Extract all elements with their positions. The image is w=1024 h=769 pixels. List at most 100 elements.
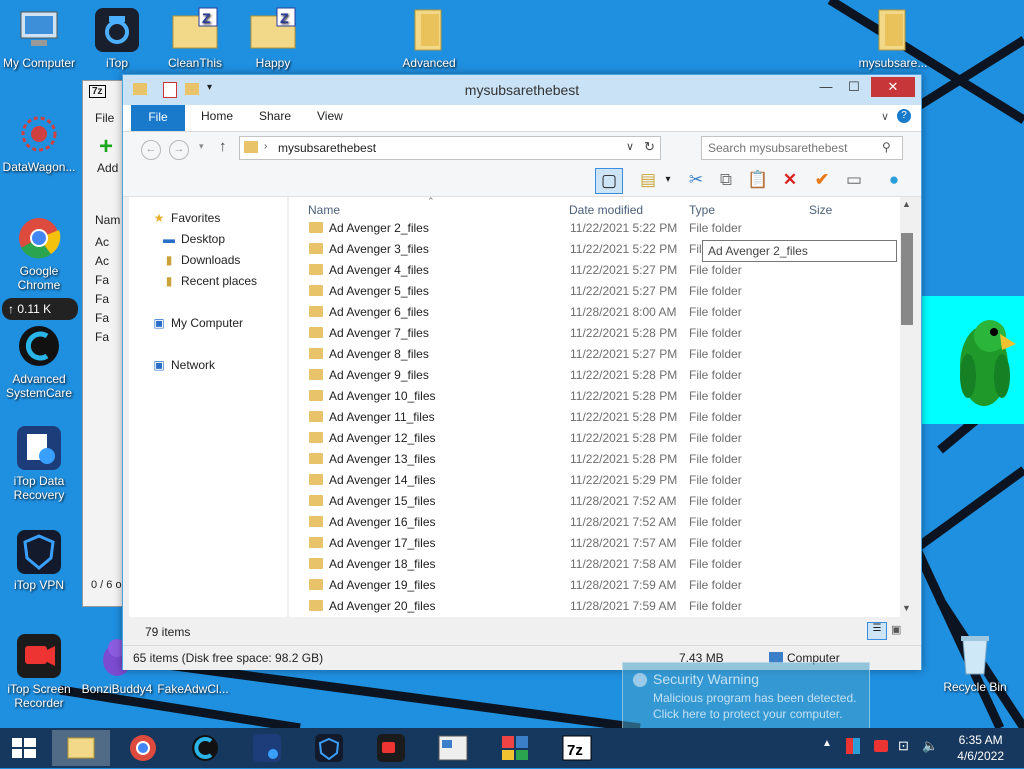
- address-bar[interactable]: › mysubsarethebest ∨ ↻: [239, 136, 661, 160]
- nav-network[interactable]: ▣ Network: [151, 358, 215, 372]
- table-row[interactable]: Ad Avenger 8_files 11/22/2021 5:27 PM File…: [289, 344, 900, 365]
- tab-share[interactable]: Share: [259, 109, 291, 123]
- up-arrow-icon[interactable]: ↑: [219, 138, 227, 155]
- tab-view[interactable]: View: [317, 109, 343, 123]
- zip-col-name[interactable]: Nam: [95, 213, 120, 227]
- security-warning-toast[interactable]: Security Warning Malicious program has b…: [622, 662, 870, 730]
- desktop-icon-itop-screen-recorder[interactable]: iTop Screen Recorder: [0, 632, 78, 710]
- table-row[interactable]: Ad Avenger 17_files 11/28/2021 7:57 AM Fil…: [289, 533, 900, 554]
- maximize-button[interactable]: ☐: [841, 77, 867, 97]
- table-row[interactable]: Ad Avenger 4_files 11/22/2021 5:27 PM File…: [289, 260, 900, 281]
- thumbnails-view-icon[interactable]: ▣: [891, 623, 907, 637]
- folder-options-icon[interactable]: ▤: [635, 168, 661, 192]
- cut-icon[interactable]: ✂: [683, 168, 709, 192]
- table-row[interactable]: Ad Avenger 18_files 11/28/2021 7:58 AM Fil…: [289, 554, 900, 575]
- taskbar-app-window[interactable]: [424, 730, 482, 766]
- system-clock[interactable]: 6:35 AM 4/6/2022: [957, 732, 1004, 764]
- column-header-name[interactable]: Name: [308, 203, 340, 217]
- table-row[interactable]: Ad Avenger 6_files 11/28/2021 8:00 AM File…: [289, 302, 900, 323]
- table-row[interactable]: Ad Avenger 11_files 11/22/2021 5:28 PM Fil…: [289, 407, 900, 428]
- desktop-icon-itop-data-recovery[interactable]: iTop Data Recovery: [0, 424, 78, 502]
- table-row[interactable]: Ad Avenger 20_files 11/28/2021 7:59 AM Fil…: [289, 596, 900, 617]
- scroll-up-icon[interactable]: ▲: [902, 199, 911, 209]
- zip-row[interactable]: Fa: [95, 273, 109, 287]
- globe-icon[interactable]: ●: [881, 168, 907, 192]
- security-shield-icon[interactable]: [846, 738, 860, 754]
- help-icon[interactable]: ?: [897, 109, 911, 123]
- zip-add-button[interactable]: Add: [97, 161, 118, 175]
- refresh-icon[interactable]: ↻: [644, 139, 655, 155]
- preview-pane-icon[interactable]: ▢: [595, 168, 623, 194]
- column-header-size[interactable]: Size: [809, 203, 832, 217]
- title-bar[interactable]: ▾ mysubsarethebest — ☐ ✕: [123, 75, 921, 105]
- taskbar-itop-data-recovery[interactable]: [238, 730, 296, 766]
- taskbar-explorer[interactable]: [52, 730, 110, 766]
- taskbar-app-blocks[interactable]: [486, 730, 544, 766]
- taskbar-7zip[interactable]: 7z: [548, 730, 606, 766]
- table-row[interactable]: Ad Avenger 14_files 11/22/2021 5:29 PM Fil…: [289, 470, 900, 491]
- chevron-down-icon[interactable]: ∨: [881, 110, 889, 123]
- volume-muted-icon[interactable]: 🔈: [922, 738, 938, 754]
- table-row[interactable]: Ad Avenger 2_files 11/22/2021 5:22 PM File…: [289, 218, 900, 239]
- details-view-icon[interactable]: ☰: [867, 622, 887, 640]
- table-row[interactable]: Ad Avenger 12_files 11/22/2021 5:28 PM Fil…: [289, 428, 900, 449]
- search-input[interactable]: [706, 139, 880, 157]
- scroll-down-icon[interactable]: ▼: [902, 603, 911, 613]
- desktop-icon-happy[interactable]: Z Happy: [234, 6, 312, 70]
- scrollbar-thumb[interactable]: [901, 233, 913, 325]
- nav-favorites[interactable]: ★ Favorites: [151, 211, 221, 225]
- search-icon[interactable]: ⚲: [882, 140, 891, 154]
- table-row[interactable]: Ad Avenger 19_files 11/28/2021 7:59 AM Fil…: [289, 575, 900, 596]
- desktop-icon-recycle-bin[interactable]: Recycle Bin: [936, 630, 1014, 694]
- table-row[interactable]: Ad Avenger 10_files 11/22/2021 5:28 PM Fil…: [289, 386, 900, 407]
- taskbar-itop-vpn[interactable]: [300, 730, 358, 766]
- zip-row[interactable]: Ac: [95, 235, 109, 249]
- desktop-icon-mysubsare[interactable]: mysubsare...: [854, 6, 932, 70]
- desktop-icon-itop-vpn[interactable]: iTop VPN: [0, 528, 78, 592]
- table-row[interactable]: Ad Avenger 9_files 11/22/2021 5:28 PM File…: [289, 365, 900, 386]
- chevron-up-icon[interactable]: ▲: [822, 738, 832, 749]
- search-box[interactable]: ⚲: [701, 136, 903, 160]
- vertical-scrollbar[interactable]: ▲ ▼: [900, 197, 914, 617]
- back-button[interactable]: ←: [141, 140, 161, 160]
- start-button[interactable]: [0, 730, 48, 766]
- recent-locations-icon[interactable]: ▾: [199, 141, 204, 152]
- taskbar-itop-screen-recorder[interactable]: [362, 730, 420, 766]
- table-row[interactable]: Ad Avenger 15_files 11/28/2021 7:52 AM Fil…: [289, 491, 900, 512]
- copy-icon[interactable]: ⧉: [713, 168, 739, 192]
- tab-home[interactable]: Home: [201, 109, 233, 123]
- chevron-down-icon[interactable]: ∨: [626, 140, 634, 153]
- tab-file[interactable]: File: [131, 105, 185, 131]
- nav-recent-places[interactable]: ▮ Recent places: [161, 274, 257, 288]
- zip-row[interactable]: Fa: [95, 330, 109, 344]
- zip-row[interactable]: Fa: [95, 292, 109, 306]
- close-button[interactable]: ✕: [871, 77, 915, 97]
- zip-menu-file[interactable]: File: [95, 111, 114, 125]
- table-row[interactable]: Ad Avenger 5_files 11/22/2021 5:27 PM File…: [289, 281, 900, 302]
- minimize-button[interactable]: —: [813, 77, 839, 97]
- column-header-date-modified[interactable]: Date modified: [569, 203, 643, 217]
- desktop-icon-cleanthis[interactable]: Z CleanThis: [156, 6, 234, 70]
- column-header-type[interactable]: Type: [689, 203, 715, 217]
- parrot-character[interactable]: [920, 296, 1024, 424]
- network-tray-icon[interactable]: ⊡: [898, 738, 909, 754]
- zip-row[interactable]: Ac: [95, 254, 109, 268]
- delete-icon[interactable]: ✕: [777, 168, 803, 192]
- rename-icon[interactable]: ▭: [841, 168, 867, 192]
- taskbar-advanced-systemcare[interactable]: [176, 730, 234, 766]
- chevron-down-icon[interactable]: ▾: [661, 168, 675, 192]
- desktop-icon-itop[interactable]: iTop: [78, 6, 156, 70]
- paste-icon[interactable]: 📋: [745, 168, 771, 192]
- desktop-icon-advanced[interactable]: Advanced: [390, 6, 468, 70]
- explorer-window[interactable]: ▾ mysubsarethebest — ☐ ✕ File Home Share…: [122, 74, 922, 670]
- nav-desktop[interactable]: ▬ Desktop: [161, 232, 225, 246]
- table-row[interactable]: Ad Avenger 13_files 11/22/2021 5:28 PM Fil…: [289, 449, 900, 470]
- recorder-tray-icon[interactable]: [874, 740, 888, 752]
- checkmark-icon[interactable]: ✔: [809, 168, 835, 192]
- desktop-icon-datawagon[interactable]: DataWagon...: [0, 110, 78, 174]
- nav-downloads[interactable]: ▮ Downloads: [161, 253, 241, 267]
- desktop-icon-google-chrome[interactable]: Google Chrome: [0, 214, 78, 292]
- zip-row[interactable]: Fa: [95, 311, 109, 325]
- table-row[interactable]: Ad Avenger 7_files 11/22/2021 5:28 PM File…: [289, 323, 900, 344]
- taskbar-chrome[interactable]: [114, 730, 172, 766]
